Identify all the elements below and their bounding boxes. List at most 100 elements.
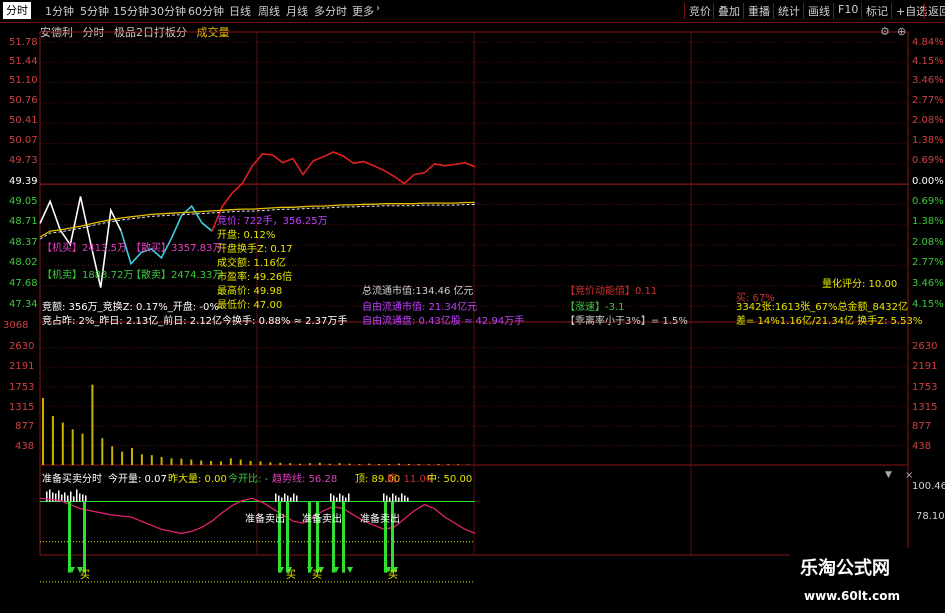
tab-timeshare[interactable]: 分时	[3, 2, 31, 19]
order-inst-buy: 【机买】2413.5万	[42, 239, 127, 254]
auction-amount-row: 竞额: 356万_竞换Z: 0.17%_开盘: -0%	[42, 298, 219, 313]
watermark-logo: 乐淘公式网 www.60lt.com	[790, 548, 945, 609]
tab-daily[interactable]: 日线	[229, 3, 251, 19]
percent-axis-label: 1.38%	[912, 216, 944, 227]
indicator-white-bar	[336, 497, 338, 501]
volume-bar	[52, 416, 54, 465]
zoom-icon[interactable]: ⊕	[897, 25, 906, 38]
price-axis-label: 49.73	[9, 155, 38, 166]
volume-bar	[260, 461, 262, 465]
tab-monthly[interactable]: 月线	[286, 3, 308, 19]
volume-bar	[91, 385, 93, 465]
f10-button[interactable]: F10	[838, 3, 858, 16]
open-pct: 开盘: 0.12%	[217, 226, 275, 241]
volume-axis-label: 2191	[9, 361, 34, 372]
percent-axis-label: 4.15%	[912, 299, 944, 310]
settings-icon[interactable]: ⚙	[880, 25, 890, 38]
volume-bar	[121, 452, 123, 465]
draw-line-button[interactable]: 画线	[808, 3, 830, 19]
indicator-trend: 趋势线: 56.28	[272, 470, 337, 485]
volume-bar	[230, 458, 232, 465]
volume-bar	[428, 464, 430, 465]
percent-axis-label: 0.00%	[912, 176, 944, 187]
tab-60min[interactable]: 60分钟	[188, 3, 224, 19]
indicator-white-bar	[67, 495, 69, 501]
volume-bar	[82, 434, 84, 465]
volume-bar	[408, 464, 410, 465]
top-toolbar: 分时 1分钟 5分钟 15分钟 30分钟 60分钟 日线 周线 月线 多分时 更…	[0, 0, 945, 23]
mark-button[interactable]: 标记	[866, 3, 888, 19]
volume-bar	[378, 464, 380, 465]
indicator-open-ratio: 今开比: -	[228, 470, 268, 485]
indicator-white-bar	[278, 495, 280, 501]
indicator-white-bar	[395, 495, 397, 501]
volume-bar	[171, 458, 173, 465]
indicator-name: 极品2日打板分	[114, 26, 187, 39]
low-price: 最低价: 47.00	[217, 296, 282, 311]
sell-signal-label: 准备卖出	[302, 510, 342, 525]
volume-bar	[457, 464, 459, 465]
statistics-button[interactable]: 统计	[778, 3, 800, 19]
percent-axis-label: 4.84%	[912, 37, 944, 48]
indicator-dropdown-icon[interactable]: ▼	[885, 470, 892, 480]
tab-30min[interactable]: 30分钟	[150, 3, 186, 19]
volume-bar	[349, 464, 351, 465]
tab-weekly[interactable]: 周线	[258, 3, 280, 19]
auction-button[interactable]: 竞价	[689, 3, 711, 19]
overlay-button[interactable]: 叠加	[718, 3, 740, 19]
down-arrow-icon	[278, 567, 284, 573]
tab-5min[interactable]: 5分钟	[80, 3, 109, 19]
volume-bar	[131, 448, 133, 465]
divider	[833, 3, 834, 19]
indicator-white-bar	[58, 490, 60, 501]
price-axis-label: 48.71	[9, 216, 38, 227]
tab-1min[interactable]: 1分钟	[45, 3, 74, 19]
price-axis-label: 50.76	[9, 95, 38, 106]
volume-axis-label: 438	[15, 441, 34, 452]
divider	[684, 3, 685, 19]
indicator-open-volume: 今开量: 0.07	[108, 470, 167, 485]
replay-button[interactable]: 重播	[748, 3, 770, 19]
back-button[interactable]: 返回	[928, 3, 945, 19]
chart-mode: 分时	[83, 26, 105, 39]
add-watchlist-button[interactable]: +自选	[896, 3, 927, 19]
indicator-white-bar	[46, 491, 48, 501]
buy-mark: 买	[388, 566, 398, 581]
volume-bar	[269, 462, 271, 465]
volume-bar	[141, 454, 143, 465]
indicator-white-bar	[342, 495, 344, 501]
volume-axis-label: 2630	[912, 341, 937, 352]
indicator-white-bar	[290, 497, 292, 501]
close-icon[interactable]: ×	[905, 470, 913, 481]
percent-axis-label: 0.69%	[912, 155, 944, 166]
free-float: 自由流通盘: 0.43亿股 ≈ 42.94万手	[362, 312, 524, 327]
volume-bar	[161, 457, 163, 465]
volume-bar	[220, 461, 222, 465]
indicator-white-bar	[293, 493, 295, 501]
divider	[891, 3, 892, 19]
tab-15min[interactable]: 15分钟	[113, 3, 149, 19]
volume-bar	[42, 398, 44, 465]
indicator-white-bar	[76, 489, 78, 501]
tab-multi-timeshare[interactable]: 多分时	[314, 3, 347, 19]
turnover-amount: 成交额: 1.16亿	[217, 254, 286, 269]
volume-axis-label: 877	[15, 421, 34, 432]
indicator-white-bar	[55, 493, 57, 501]
volume-bar	[398, 464, 400, 465]
more-chevron-icon[interactable]: ›	[376, 3, 380, 14]
signal-bar	[342, 501, 345, 572]
volume-bar	[299, 464, 301, 465]
tab-more[interactable]: 更多	[352, 3, 374, 19]
volume-bar	[438, 464, 440, 465]
indicator-white-bar	[392, 493, 394, 501]
percent-axis-label: 2.77%	[912, 95, 944, 106]
sell-signal-label: 准备卖出	[360, 510, 400, 525]
divider	[924, 3, 925, 19]
indicator-white-bar	[70, 491, 72, 501]
order-inst-sell: 【机卖】1883.72万	[42, 266, 133, 281]
indicator-title: 准备买卖分时	[42, 470, 102, 485]
indicator-white-bar	[389, 497, 391, 501]
volume-bar	[62, 423, 64, 465]
percent-axis-label: 1.38%	[912, 135, 944, 146]
volume-axis-label: 1315	[912, 402, 937, 413]
